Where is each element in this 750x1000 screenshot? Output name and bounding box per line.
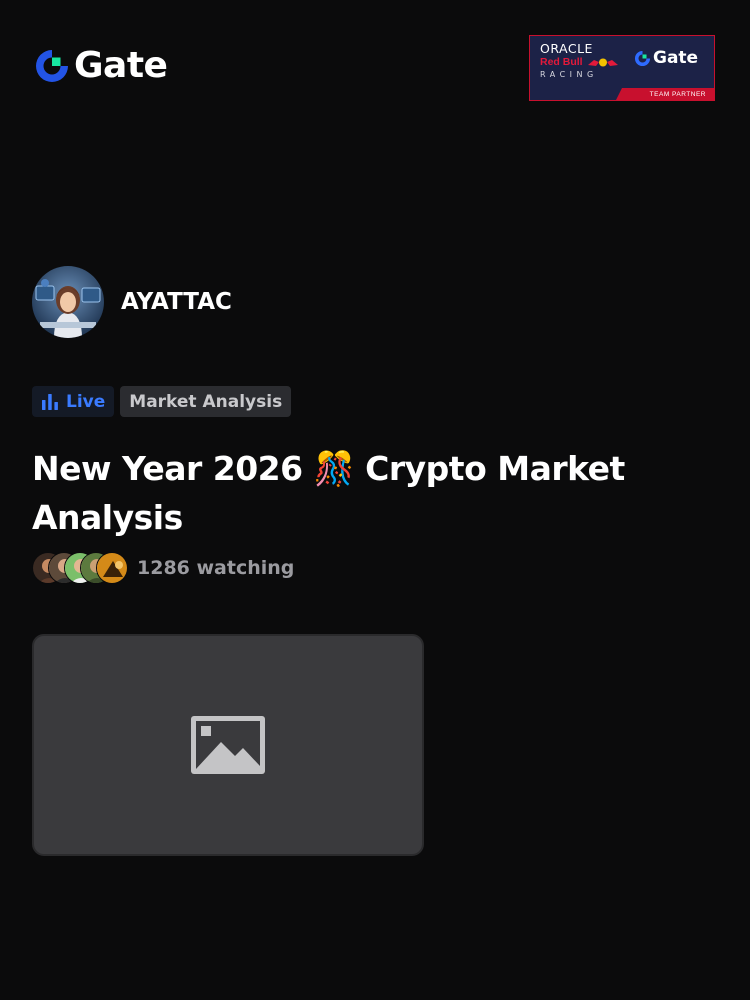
- stream-thumbnail[interactable]: [32, 634, 424, 856]
- oracle-text: ORACLE: [540, 41, 593, 56]
- team-partner-label: TEAM PARTNER: [649, 91, 706, 98]
- partner-gate-logo: Gate: [634, 50, 698, 67]
- gate-small-logo-icon: [634, 50, 651, 67]
- watching-count: 1286 watching: [137, 557, 295, 579]
- live-badge: Live: [32, 386, 115, 417]
- live-label: Live: [66, 391, 106, 412]
- live-bars-icon: [42, 393, 58, 410]
- category-tag[interactable]: Market Analysis: [120, 386, 292, 417]
- racing-text: RACING: [540, 70, 598, 79]
- gate-logo-text: Gate: [74, 45, 168, 86]
- stream-title: New Year 2026 🎊 Crypto Market Analysis: [32, 449, 625, 537]
- partner-gate-text: Gate: [653, 48, 699, 68]
- gate-logo[interactable]: Gate: [34, 45, 168, 86]
- watcher-avatar: [96, 552, 128, 584]
- image-placeholder-icon: [191, 716, 265, 774]
- streamer-avatar[interactable]: [32, 266, 104, 338]
- watcher-avatars: [32, 552, 128, 584]
- avatar-image: [32, 266, 104, 338]
- streamer-name[interactable]: AYATTAC: [121, 288, 232, 316]
- team-partner-banner[interactable]: ORACLE Red Bull RACING Gate TEAM PARTNER: [529, 35, 715, 101]
- gate-logo-icon: [36, 50, 68, 82]
- red-bull-text: Red Bull: [540, 56, 583, 68]
- oracle-red-bull-racing-mark: ORACLE Red Bull RACING: [540, 42, 628, 80]
- stream-tags: Live Market Analysis: [32, 386, 292, 417]
- watchers-row: 1286 watching: [32, 552, 294, 584]
- red-bull-logo-icon: [587, 58, 618, 67]
